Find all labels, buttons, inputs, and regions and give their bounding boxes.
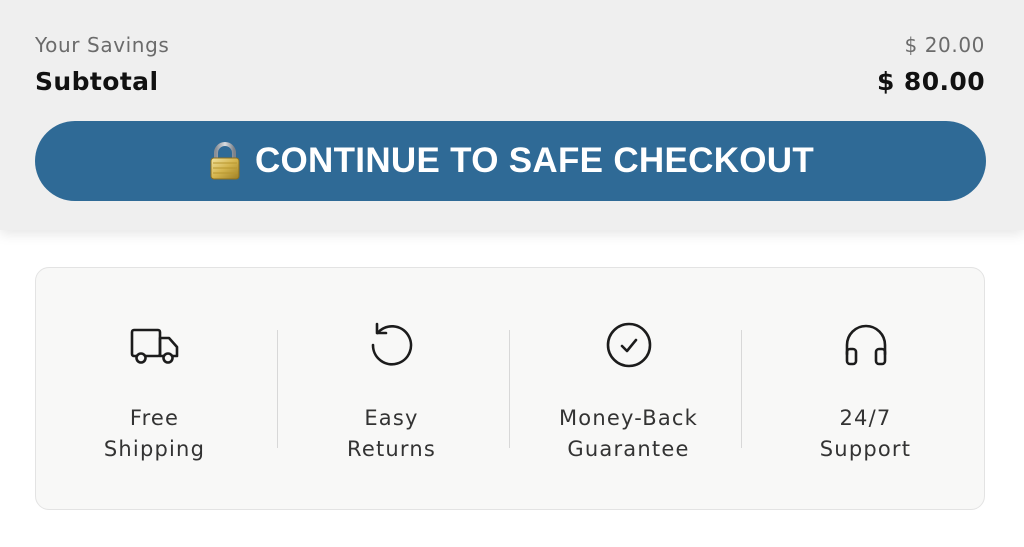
feature-label: 24/7 Support xyxy=(820,403,911,465)
divider xyxy=(277,330,278,448)
savings-label: Your Savings xyxy=(35,33,170,57)
divider xyxy=(509,330,510,448)
subtotal-value: $ 80.00 xyxy=(877,66,985,96)
feature-line: Guarantee xyxy=(567,437,690,461)
divider xyxy=(741,330,742,448)
feature-line: Returns xyxy=(346,437,437,461)
feature-line: Money-Back xyxy=(558,406,699,430)
order-summary-panel: Your Savings $ 20.00 Subtotal $ 80.00 CO… xyxy=(0,0,1024,230)
feature-line: 24/7 xyxy=(839,406,892,430)
feature-line: Shipping xyxy=(103,437,206,461)
feature-line: Free xyxy=(129,406,180,430)
lock-icon xyxy=(207,141,243,181)
feature-line: Support xyxy=(819,437,912,461)
checkout-button[interactable]: CONTINUE TO SAFE CHECKOUT xyxy=(35,121,986,201)
feature-support: 24/7 Support xyxy=(747,268,984,509)
feature-money-back-guarantee: Money-Back Guarantee xyxy=(510,268,747,509)
truck-icon xyxy=(128,318,182,372)
check-circle-icon xyxy=(602,318,656,372)
savings-row: Your Savings $ 20.00 xyxy=(35,30,985,60)
return-arrow-icon xyxy=(365,318,419,372)
savings-value: $ 20.00 xyxy=(904,33,985,57)
features-card: Free Shipping Easy Returns Money-Back Gu… xyxy=(35,267,985,510)
feature-label: Money-Back Guarantee xyxy=(559,403,698,465)
subtotal-label: Subtotal xyxy=(35,66,159,96)
feature-line: Easy xyxy=(364,406,419,430)
feature-easy-returns: Easy Returns xyxy=(273,268,510,509)
feature-label: Easy Returns xyxy=(347,403,436,465)
feature-label: Free Shipping xyxy=(104,403,205,465)
headphones-icon xyxy=(839,318,893,372)
checkout-button-label: CONTINUE TO SAFE CHECKOUT xyxy=(254,141,815,180)
subtotal-row: Subtotal $ 80.00 xyxy=(35,64,985,98)
feature-free-shipping: Free Shipping xyxy=(36,268,273,509)
